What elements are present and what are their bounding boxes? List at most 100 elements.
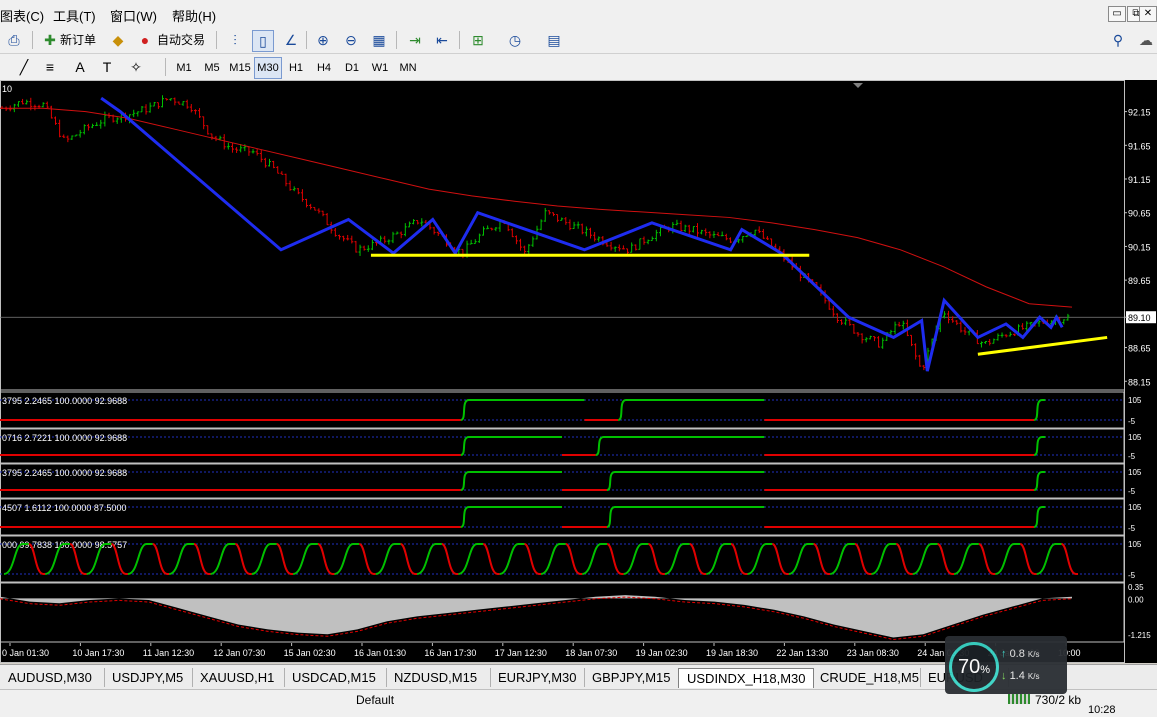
- menu-tools[interactable]: 工具(T): [53, 6, 96, 25]
- tab-usdcad[interactable]: USDCAD,M15: [284, 668, 387, 687]
- tab-xauusd[interactable]: XAUUSD,H1: [192, 668, 285, 687]
- x-tick-label: 16 Jan 17:30: [424, 648, 476, 658]
- timeframe-h1[interactable]: H1: [282, 57, 310, 79]
- auto-trade-icon[interactable]: ●: [135, 30, 155, 50]
- indicator-tick-label: -5: [1128, 524, 1136, 533]
- tab-usdjpy[interactable]: USDJPY,M5: [104, 668, 193, 687]
- x-tick-label: 17 Jan 12:30: [495, 648, 547, 658]
- periods-icon[interactable]: ◷: [505, 30, 525, 50]
- new-order-button[interactable]: 新订单: [60, 30, 96, 50]
- current-price-label: 89.10: [1128, 313, 1151, 323]
- oscillator-up: [499, 543, 525, 575]
- tab-crude[interactable]: CRUDE_H18,M5: [812, 668, 921, 687]
- candle-chart-icon[interactable]: ▯: [252, 30, 274, 52]
- auto-scroll-icon[interactable]: ⇥: [405, 30, 425, 50]
- menu-window[interactable]: 窗口(W): [110, 6, 157, 25]
- indicator-tick-label: -5: [1128, 452, 1136, 461]
- timeframe-m5[interactable]: M5: [198, 57, 226, 79]
- y-tick-label: 88.15: [1128, 377, 1151, 387]
- label-tool-icon[interactable]: T: [97, 57, 117, 77]
- line-chart-icon[interactable]: ∠: [281, 30, 301, 50]
- minimize-icon[interactable]: ▭: [1108, 6, 1126, 22]
- oscillator-high-segment: [460, 506, 562, 528]
- indicator-label: 4507 1.6112 100.0000 87.5000: [2, 503, 126, 513]
- tab-audusd[interactable]: AUDUSD,M30: [0, 668, 105, 687]
- chart-corner-label: 10: [2, 84, 12, 94]
- chat-icon[interactable]: ☁: [1136, 30, 1156, 50]
- zoom-in-icon[interactable]: ⊕: [313, 30, 333, 50]
- oscillator-high-segment: [606, 506, 765, 528]
- oscillator-down: [193, 543, 211, 575]
- oscillator-down: [234, 543, 252, 575]
- timeframe-mn[interactable]: MN: [394, 57, 422, 79]
- y-tick-label: 92.15: [1128, 108, 1151, 118]
- chart-shift-icon[interactable]: ⇤: [432, 30, 452, 50]
- indicator-label: 3795 2.2465 100.0000 92.9688: [2, 396, 127, 406]
- timeframe-m1[interactable]: M1: [170, 57, 198, 79]
- tab-gbpjpy[interactable]: GBPJPY,M15: [584, 668, 679, 687]
- bar-chart-icon[interactable]: ⫶: [225, 30, 245, 50]
- oscillator-up: [995, 543, 1021, 575]
- x-tick-label: 0 Jan 01:30: [2, 648, 49, 658]
- toolbar-separator: [306, 31, 307, 49]
- oscillator-up: [292, 543, 318, 575]
- timeframe-m30[interactable]: M30: [254, 57, 282, 79]
- tile-windows-icon[interactable]: ▦: [369, 30, 389, 50]
- menu-help[interactable]: 帮助(H): [172, 6, 216, 25]
- tab-eurjpy[interactable]: EURJPY,M30: [490, 668, 585, 687]
- oscillator-down: [523, 543, 541, 575]
- chart-shift-marker: [853, 83, 863, 88]
- oscillator-down: [937, 543, 955, 575]
- print-icon[interactable]: ⎙: [4, 30, 24, 50]
- oscillator-up: [664, 543, 690, 575]
- oscillator-up: [705, 543, 732, 575]
- indicators-icon[interactable]: ⊞: [468, 30, 488, 50]
- tab-usdindx[interactable]: USDINDX_H18,M30: [678, 668, 814, 688]
- y-tick-label: 91.65: [1128, 141, 1151, 151]
- tab-nzdusd[interactable]: NZDUSD,M15: [386, 668, 491, 687]
- histogram-area: [0, 595, 1072, 638]
- oscillator-high-segment: [460, 471, 562, 491]
- profile-name: Default: [356, 693, 395, 707]
- arrows-tool-icon[interactable]: ✧: [126, 57, 146, 77]
- upload-arrow-icon: ↑: [1001, 648, 1007, 660]
- x-tick-label: 12 Jan 07:30: [213, 648, 265, 658]
- search-icon[interactable]: ⚲: [1108, 30, 1128, 50]
- oscillator-down: [813, 543, 831, 575]
- indicator-pane: [0, 498, 1125, 536]
- oscillator-high-segment: [1033, 399, 1046, 421]
- x-tick-label: 19 Jan 02:30: [636, 648, 688, 658]
- oscillator-down: [606, 543, 624, 575]
- x-tick-label: 16 Jan 01:30: [354, 648, 406, 658]
- oscillator-up: [829, 543, 855, 575]
- timeframe-m15[interactable]: M15: [226, 57, 254, 79]
- timeframe-h4[interactable]: H4: [310, 57, 338, 79]
- toolbar-separator: [459, 31, 460, 49]
- timeframe-d1[interactable]: D1: [338, 57, 366, 79]
- auto-trade-button[interactable]: 自动交易: [157, 30, 205, 50]
- oscillator-up: [251, 543, 277, 575]
- fibonacci-tool-icon[interactable]: ≡: [40, 57, 60, 77]
- history-icon[interactable]: ◆: [108, 30, 128, 50]
- new-order-icon[interactable]: ✚: [40, 30, 60, 50]
- x-tick-label: 23 Jan 08:30: [847, 648, 899, 658]
- toolbar-separator: [216, 31, 217, 49]
- zoom-out-icon[interactable]: ⊖: [341, 30, 361, 50]
- oscillator-up: [871, 543, 897, 575]
- network-speed-widget[interactable]: 70% ↑ 0.8 K/s ↓ 1.4 K/s: [945, 636, 1067, 694]
- standard-toolbar: ⎙ ✚ 新订单 ◆ ● 自动交易 ⫶ ▯ ∠ ⊕ ⊖ ▦ ⇥ ⇤ ⊞ ◷ ▤ ⚲…: [0, 27, 1157, 54]
- price-chart[interactable]: 92.15 91.65 91.15 90.65 90.15 89.65 89.10 88.65…: [0, 80, 1157, 663]
- trendline-tool-icon[interactable]: ╱: [14, 57, 34, 77]
- oscillator-down: [1060, 543, 1078, 575]
- oscillator-high-segment: [1033, 506, 1046, 528]
- text-tool-icon[interactable]: A: [70, 57, 90, 77]
- moving-average-line: [0, 107, 1073, 308]
- oscillator-high-segment: [606, 471, 765, 491]
- indicator-tick-label: -5: [1128, 487, 1136, 496]
- timeframe-w1[interactable]: W1: [366, 57, 394, 79]
- close-icon[interactable]: ✕: [1139, 6, 1157, 22]
- indicator-pane: [0, 535, 1125, 583]
- templates-icon[interactable]: ▤: [544, 30, 564, 50]
- oscillator-high-segment: [595, 436, 765, 456]
- menu-charts[interactable]: 图表(C): [0, 6, 44, 25]
